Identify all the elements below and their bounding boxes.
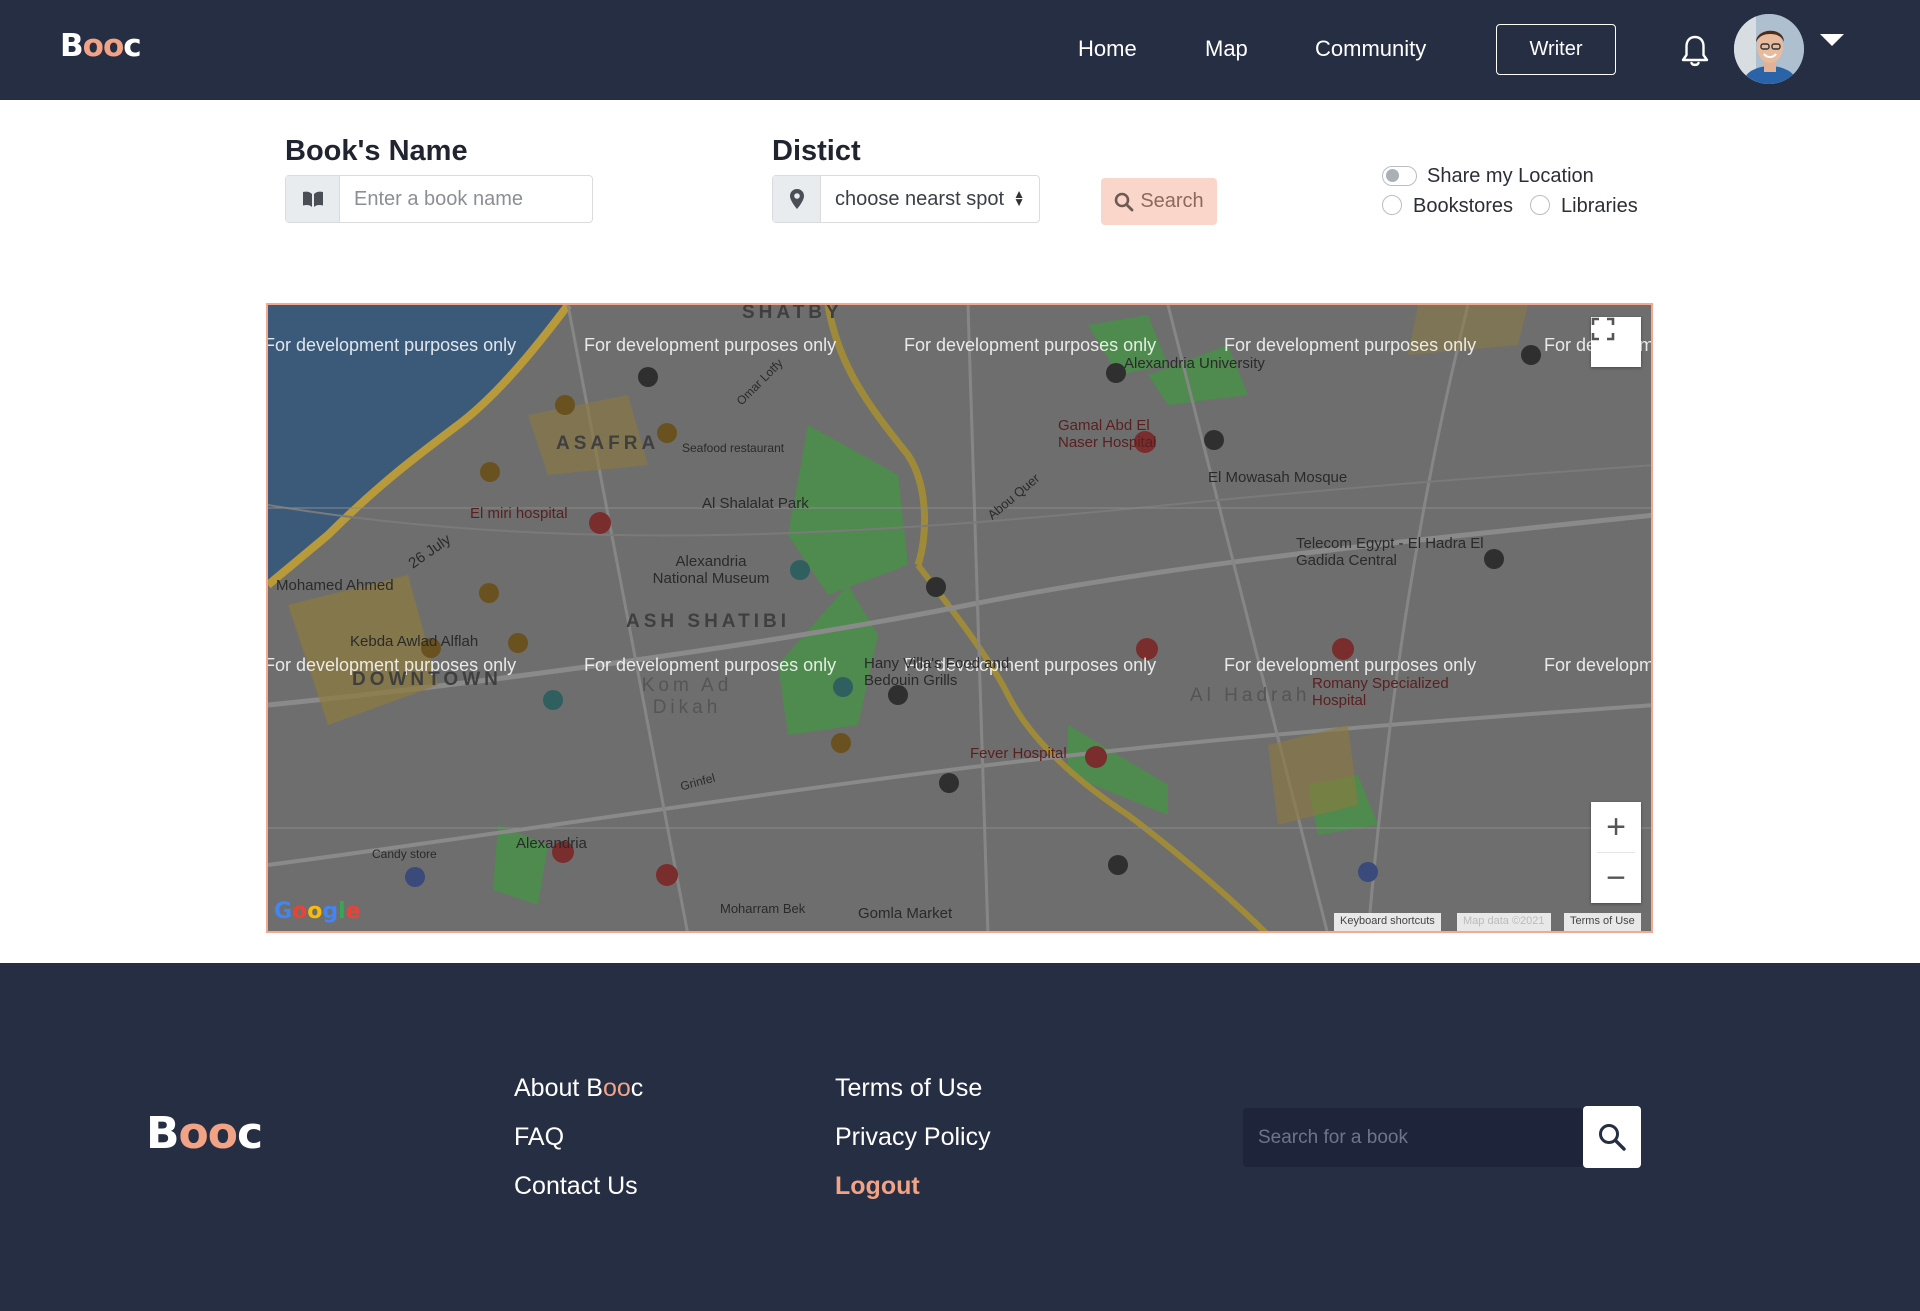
map-label: Al Hadrah bbox=[1190, 685, 1311, 706]
footer-contact-link[interactable]: Contact Us bbox=[514, 1172, 638, 1201]
bell-icon[interactable] bbox=[1680, 34, 1710, 68]
map-label: Moharram Bek bbox=[720, 901, 806, 916]
footer-search-placeholder: Search for a book bbox=[1258, 1127, 1408, 1148]
district-label: Distict bbox=[772, 135, 861, 167]
footer-search-input[interactable]: Search for a book bbox=[1243, 1108, 1583, 1167]
map-label: Kebda Awlad Alflah bbox=[350, 633, 479, 650]
user-avatar[interactable] bbox=[1734, 14, 1804, 84]
book-name-placeholder: Enter a book name bbox=[354, 188, 523, 210]
map-label: Alexandria University bbox=[1124, 355, 1265, 372]
share-location-label: Share my Location bbox=[1427, 165, 1594, 187]
select-caret-icon: ▲ ▼ bbox=[1013, 187, 1025, 209]
map-label: Hany Villa's Food and Bedouin Grills bbox=[864, 655, 1010, 689]
map-data-attribution: Map data ©2021 bbox=[1457, 913, 1551, 931]
zoom-control: + − bbox=[1591, 802, 1641, 903]
libraries-radio[interactable] bbox=[1530, 195, 1550, 215]
footer-privacy-link[interactable]: Privacy Policy bbox=[835, 1123, 991, 1152]
fullscreen-button[interactable] bbox=[1591, 317, 1641, 367]
book-name-label: Book's Name bbox=[285, 135, 468, 167]
map-label: Kom Ad Dikah bbox=[641, 675, 733, 718]
district-select-value: choose nearst spot bbox=[835, 188, 1004, 210]
book-icon bbox=[286, 176, 340, 222]
bookstores-radio[interactable] bbox=[1382, 195, 1402, 215]
map-watermark: For development purposes only bbox=[1544, 655, 1653, 675]
bookstores-label: Bookstores bbox=[1413, 195, 1514, 217]
district-select[interactable]: choose nearst spot ▲ ▼ bbox=[772, 175, 1040, 223]
search-button[interactable]: Search bbox=[1101, 178, 1217, 225]
map-label: Al Shalalat Park bbox=[702, 495, 809, 512]
map-label: El miri hospital bbox=[470, 505, 568, 522]
footer-about-link[interactable]: About Booc bbox=[514, 1074, 643, 1103]
share-location-toggle[interactable] bbox=[1382, 166, 1417, 186]
logout-link[interactable]: Logout bbox=[835, 1172, 920, 1201]
writer-button[interactable]: Writer bbox=[1496, 24, 1616, 75]
nav-community-link[interactable]: Community bbox=[1315, 36, 1426, 62]
map-label: DOWNTOWN bbox=[352, 669, 502, 690]
map-label: El Mowasah Mosque bbox=[1208, 469, 1348, 486]
map-watermark: For development purposes only bbox=[584, 335, 837, 355]
map-label: Candy store bbox=[372, 847, 437, 861]
footer-search-button[interactable] bbox=[1583, 1106, 1641, 1168]
map-view[interactable]: For development purposes only For develo… bbox=[266, 303, 1653, 933]
map-label: Gamal Abd El Naser Hospital bbox=[1058, 417, 1157, 451]
libraries-label: Libraries bbox=[1561, 195, 1638, 217]
map-label: SHATBY bbox=[742, 303, 843, 323]
map-pin-icon bbox=[773, 176, 821, 222]
map-terms-link[interactable]: Terms of Use bbox=[1564, 913, 1641, 931]
map-canvas bbox=[268, 305, 1651, 931]
map-watermark: For development purposes only bbox=[1224, 655, 1477, 675]
map-label: Telecom Egypt - El Hadra El Gadida Centr… bbox=[1296, 535, 1484, 569]
search-button-label: Search bbox=[1140, 190, 1204, 212]
map-label: Gomla Market bbox=[858, 905, 953, 922]
google-logo: Google bbox=[274, 899, 361, 924]
fullscreen-icon bbox=[1591, 317, 1615, 341]
nav-home-link[interactable]: Home bbox=[1078, 36, 1137, 62]
map-label: Alexandria bbox=[516, 835, 587, 852]
footer-faq-link[interactable]: FAQ bbox=[514, 1123, 564, 1152]
map-watermark: For development purposes only bbox=[266, 335, 517, 355]
nav-map-link[interactable]: Map bbox=[1205, 36, 1248, 62]
map-label: Seafood restaurant bbox=[682, 441, 785, 455]
map-label: Fever Hospital bbox=[970, 745, 1067, 762]
footer-brand-logo[interactable]: Booc bbox=[146, 1108, 263, 1159]
map-watermark: For development purposes only bbox=[584, 655, 837, 675]
map-watermark: For development purposes only bbox=[1224, 335, 1477, 355]
keyboard-shortcuts-link[interactable]: Keyboard shortcuts bbox=[1334, 913, 1441, 931]
footer-terms-link[interactable]: Terms of Use bbox=[835, 1074, 982, 1103]
map-label: Mohamed Ahmed bbox=[276, 577, 394, 594]
caret-down-icon[interactable] bbox=[1820, 34, 1844, 46]
zoom-out-button[interactable]: − bbox=[1591, 853, 1641, 903]
map-label: ASAFRA bbox=[556, 433, 660, 454]
top-navbar: Booc Home Map Community Writer bbox=[0, 0, 1920, 100]
brand-logo[interactable]: Booc bbox=[60, 28, 142, 64]
search-icon bbox=[1599, 1124, 1626, 1151]
map-label: Romany Specialized Hospital bbox=[1312, 675, 1449, 709]
map-label: Alexandria National Museum bbox=[652, 553, 770, 587]
map-label: ASH SHATIBI bbox=[626, 611, 790, 632]
search-icon bbox=[1115, 192, 1134, 211]
book-name-input[interactable]: Enter a book name bbox=[285, 175, 593, 223]
map-watermark: For development purposes only bbox=[904, 335, 1157, 355]
zoom-in-button[interactable]: + bbox=[1591, 802, 1641, 852]
